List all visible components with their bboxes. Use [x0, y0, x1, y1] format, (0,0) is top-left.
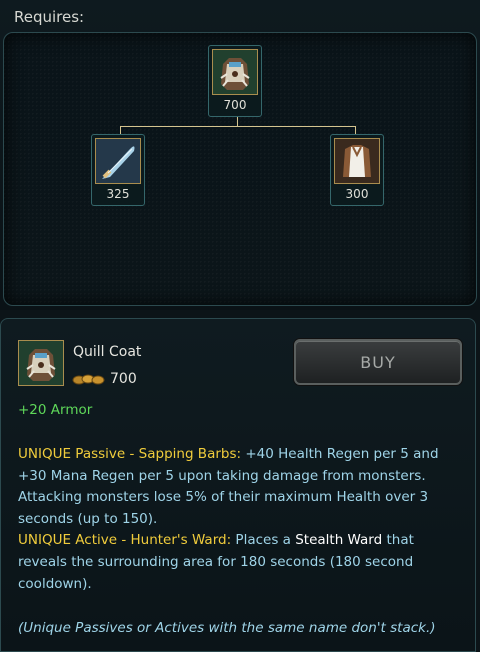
recipe-node-quill-coat[interactable]: 700: [208, 45, 262, 117]
recipe-cost: 300: [345, 187, 369, 201]
gold-coins-icon: [72, 371, 106, 390]
cloth-armor-icon: [334, 138, 380, 184]
recipe-tree: 700 325 300: [3, 32, 477, 306]
item-stat: +20 Armor: [18, 402, 93, 418]
quill-coat-icon: [212, 49, 258, 95]
item-description: UNIQUE Passive - Sapping Barbs: +40 Heal…: [18, 444, 464, 595]
item-cost: 700: [110, 371, 137, 387]
stealth-ward-keyword: Stealth Ward: [295, 532, 383, 549]
active-label: UNIQUE Active - Hunter's Ward:: [18, 532, 232, 549]
recipe-node-cloth-armor[interactable]: 300: [330, 134, 384, 206]
unique-stacking-note: (Unique Passives or Actives with the sam…: [18, 620, 436, 636]
passive-label: UNIQUE Passive - Sapping Barbs:: [18, 446, 242, 462]
active-text: Places a: [231, 532, 296, 549]
hunters-machete-icon: [95, 138, 141, 184]
requires-panel: Requires: 700 325 300: [0, 0, 480, 310]
requires-title: Requires:: [14, 8, 85, 26]
recipe-node-hunters-machete[interactable]: 325: [91, 134, 145, 206]
quill-coat-icon: [18, 340, 64, 386]
tree-connector: [120, 126, 356, 127]
recipe-cost: 700: [223, 98, 247, 112]
buy-button[interactable]: BUY: [294, 339, 462, 385]
item-name: Quill Coat: [73, 344, 142, 360]
recipe-cost: 325: [106, 187, 130, 201]
